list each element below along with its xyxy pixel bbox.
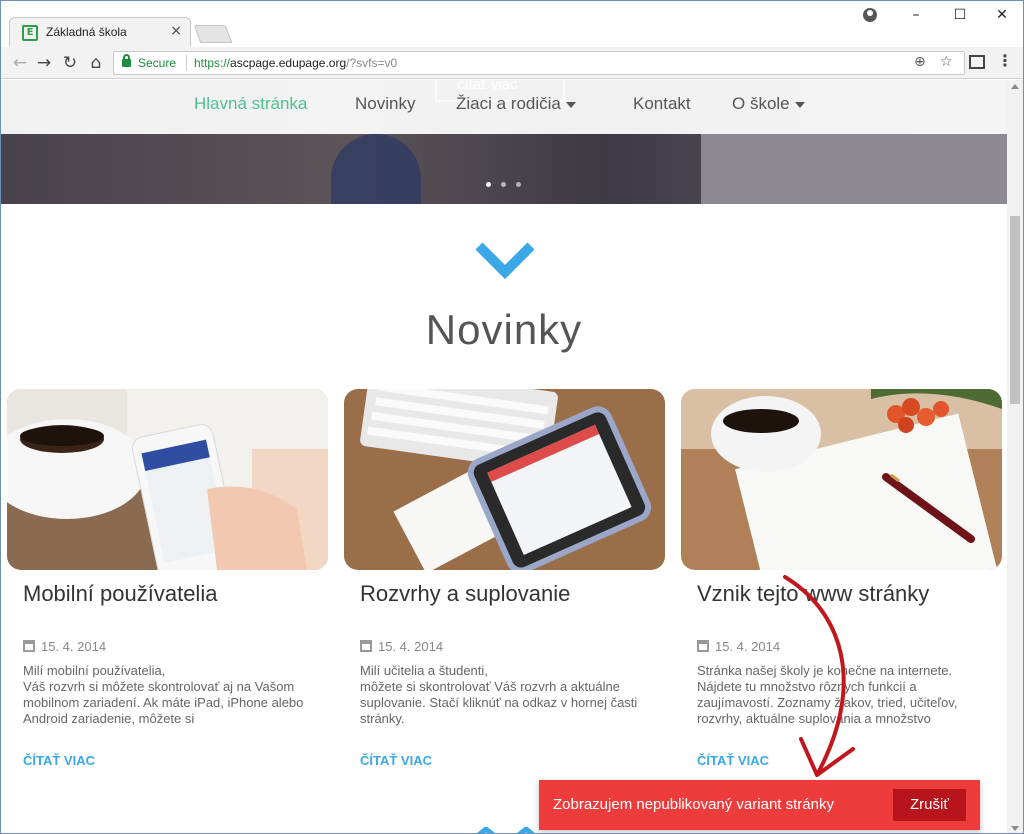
news-card-date-text: 15. 4. 2014 <box>378 639 444 654</box>
browser-menu-icon[interactable]: ⋮ <box>997 51 1013 70</box>
news-card-excerpt: Milí mobilní používatelia, Váš rozvrh si… <box>23 663 304 726</box>
scroll-down-arrow-icon[interactable] <box>1011 826 1019 831</box>
preview-notice-text: Zobrazujem nepublikovaný variant stránky <box>553 796 834 813</box>
omnibox-divider <box>186 55 187 71</box>
news-card-date: 15. 4. 2014 <box>360 639 443 654</box>
slider-dot[interactable] <box>516 182 521 187</box>
calendar-icon <box>697 640 709 652</box>
news-card-date: 15. 4. 2014 <box>697 639 780 654</box>
read-more-link[interactable]: ČÍTAŤ VIAC <box>23 753 95 768</box>
nav-item-about[interactable]: O škole <box>732 94 805 114</box>
new-tab-button[interactable] <box>193 25 233 43</box>
nav-item-students-parents[interactable]: Žiaci a rodičia <box>456 94 576 114</box>
close-window-button[interactable]: ✕ <box>987 5 1017 27</box>
lock-icon <box>122 54 131 67</box>
tab-close-icon[interactable]: × <box>170 23 182 39</box>
url-text[interactable]: https://ascpage.edupage.org/?svfs=v0 <box>194 56 397 70</box>
news-card-excerpt: Milí učitelia a študenti, môžete si skon… <box>360 663 638 726</box>
calendar-icon <box>23 640 35 652</box>
nav-item-about-label: O škole <box>732 94 790 113</box>
page-scrollbar[interactable] <box>1007 80 1023 833</box>
news-card: Vznik tejto www stránky 15. 4. 2014 Strá… <box>681 389 1002 789</box>
news-card-title[interactable]: Vznik tejto www stránky <box>697 581 929 607</box>
scroll-up-arrow-icon[interactable] <box>1011 84 1019 89</box>
url-query: /?svfs=v0 <box>346 56 398 70</box>
news-card-title[interactable]: Mobilní používatelia <box>23 581 217 607</box>
read-more-link[interactable]: ČÍTAŤ VIAC <box>697 753 769 768</box>
maximize-button[interactable]: ☐ <box>945 5 975 27</box>
slider-dot[interactable] <box>501 182 506 187</box>
nav-item-contact[interactable]: Kontakt <box>633 94 691 114</box>
news-card-image[interactable] <box>681 389 1002 570</box>
nav-item-news[interactable]: Novinky <box>355 94 415 114</box>
news-card-excerpt: Stránka našej školy je konečne na intern… <box>697 663 958 726</box>
nav-item-students-parents-label: Žiaci a rodičia <box>456 94 561 113</box>
hero-image-figure <box>331 134 421 204</box>
read-more-link[interactable]: ČÍTAŤ VIAC <box>360 753 432 768</box>
cast-icon[interactable] <box>969 55 985 69</box>
reload-icon[interactable]: ↻ <box>59 52 81 74</box>
hero-slider: čítať viac Hlavná stránka Novinky Žiaci … <box>1 80 1007 204</box>
secure-label: Secure <box>138 56 177 70</box>
slider-dot[interactable] <box>486 182 491 187</box>
news-card: Rozvrhy a suplovanie 15. 4. 2014 Milí uč… <box>344 389 665 789</box>
edupage-favicon-icon: E <box>22 25 38 41</box>
profile-icon[interactable] <box>863 8 877 22</box>
tab-strip: E Základná škola × – ☐ ✕ <box>1 1 1023 47</box>
news-card-date: 15. 4. 2014 <box>23 639 106 654</box>
browser-window: E Základná škola × – ☐ ✕ ← → ↻ ⌂ Secure … <box>0 0 1024 834</box>
news-card-image[interactable] <box>7 389 328 570</box>
calendar-icon <box>360 640 372 652</box>
address-bar[interactable]: Secure https://ascpage.edupage.org/?svfs… <box>113 51 965 75</box>
news-card-image[interactable] <box>344 389 665 570</box>
preview-notice-bar: Zobrazujem nepublikovaný variant stránky… <box>539 780 980 830</box>
hero-image-background <box>701 134 1007 204</box>
bottom-chevron-icon <box>476 827 536 833</box>
scroll-down-chevron-icon[interactable] <box>475 240 535 280</box>
caret-down-icon <box>565 101 576 108</box>
cancel-preview-button[interactable]: Zrušiť <box>893 789 966 821</box>
minimize-button[interactable]: – <box>901 5 931 27</box>
page-viewport: čítať viac Hlavná stránka Novinky Žiaci … <box>1 80 1007 833</box>
news-card-date-text: 15. 4. 2014 <box>41 639 107 654</box>
scroll-thumb[interactable] <box>1010 216 1020 404</box>
forward-icon[interactable]: → <box>33 52 55 74</box>
url-host: ascpage.edupage.org <box>230 56 347 70</box>
home-icon[interactable]: ⌂ <box>85 52 107 74</box>
browser-tab[interactable]: E Základná škola × <box>9 17 191 47</box>
section-title: Novinky <box>425 306 583 353</box>
back-icon[interactable]: ← <box>9 52 31 74</box>
news-card-title[interactable]: Rozvrhy a suplovanie <box>360 581 570 607</box>
hero-read-more-label: čítať viac <box>457 80 518 93</box>
news-card: Mobilní používatelia 15. 4. 2014 Milí mo… <box>7 389 328 789</box>
bookmark-star-icon[interactable]: ☆ <box>940 54 953 70</box>
main-nav: Hlavná stránka Novinky Žiaci a rodičia K… <box>1 94 1007 120</box>
zoom-icon[interactable]: ⊕ <box>914 54 926 70</box>
news-card-date-text: 15. 4. 2014 <box>715 639 781 654</box>
url-scheme: https:// <box>194 56 231 70</box>
browser-toolbar: ← → ↻ ⌂ Secure https://ascpage.edupage.o… <box>1 47 1023 79</box>
nav-item-home[interactable]: Hlavná stránka <box>194 94 307 114</box>
tab-title: Základná škola <box>46 25 127 39</box>
caret-down-icon <box>794 101 805 108</box>
